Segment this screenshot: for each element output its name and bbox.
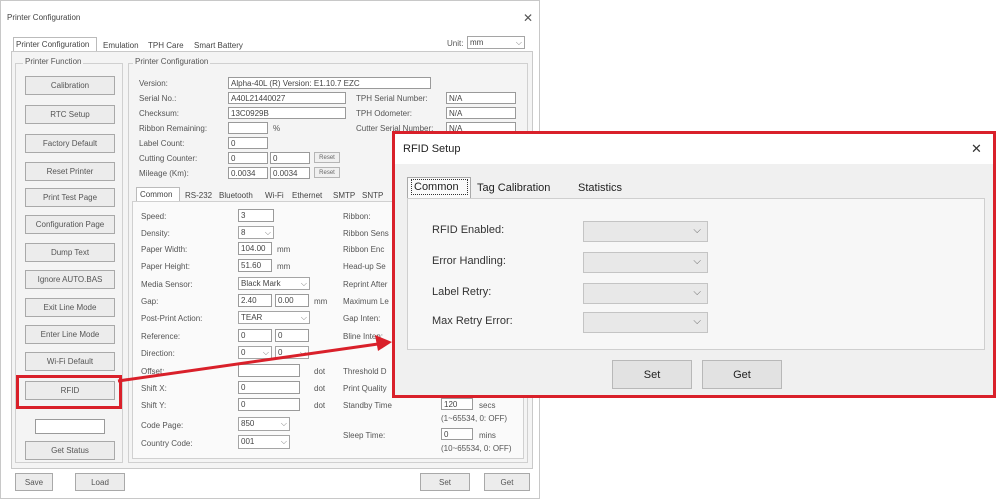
chevron-down-icon: ⌵ [693,316,701,327]
max-retry-error-select[interactable]: ⌵ [583,312,708,333]
rfid-setup-dialog: RFID Setup ✕ Common Tag Calibration Stat… [392,131,996,398]
chevron-down-icon: ⌵ [693,287,701,298]
label-retry-select[interactable]: ⌵ [583,283,708,304]
rfid-dialog-header [395,134,993,164]
rfid-tab-common[interactable]: Common [414,181,459,193]
error-handling-select[interactable]: ⌵ [583,252,708,273]
rfid-close-button[interactable]: ✕ [971,141,982,157]
rfid-tab-statistics[interactable]: Statistics [578,182,622,194]
max-retry-error-label: Max Retry Error: [432,315,513,327]
error-handling-label: Error Handling: [432,255,506,267]
rfid-get-button[interactable]: Get [702,360,782,389]
rfid-set-button[interactable]: Set [612,360,692,389]
rfid-enabled-label: RFID Enabled: [432,224,505,236]
rfid-tab-tag-calibration[interactable]: Tag Calibration [477,182,550,194]
rfid-dialog-title: RFID Setup [403,143,461,155]
chevron-down-icon: ⌵ [693,256,701,267]
chevron-down-icon: ⌵ [693,225,701,236]
rfid-enabled-select[interactable]: ⌵ [583,221,708,242]
label-retry-label: Label Retry: [432,286,492,298]
